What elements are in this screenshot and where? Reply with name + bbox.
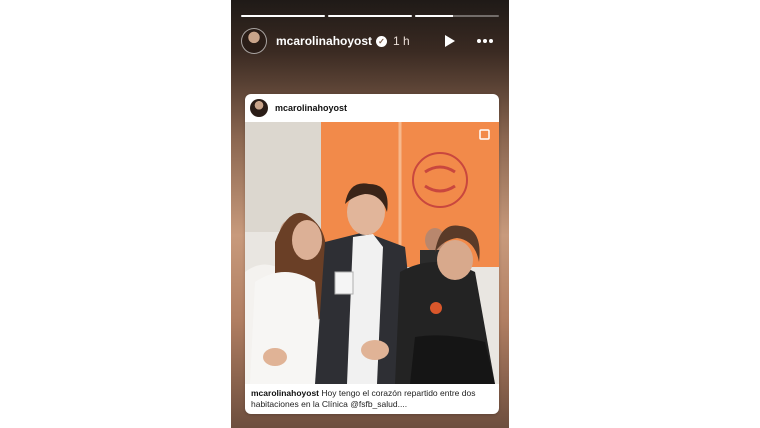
post-avatar <box>250 99 268 117</box>
post-username: mcarolinahoyost <box>275 103 348 113</box>
caption-username[interactable]: mcarolinahoyost <box>251 388 319 398</box>
progress-segment <box>328 15 412 17</box>
story-time: 1 h <box>393 34 410 48</box>
post-caption: mcarolinahoyost Hoy tengo el corazón rep… <box>245 384 499 414</box>
story-username[interactable]: mcarolinahoyost <box>276 34 372 48</box>
shared-post-card[interactable]: mcarolinahoyost mcarolinahoyost Hoy teng… <box>245 94 499 414</box>
photo-illustration <box>245 122 499 384</box>
story-header: mcarolinahoyost ✓ 1 h <box>241 27 499 55</box>
post-photo <box>245 122 499 384</box>
story-viewer: mcarolinahoyost ✓ 1 h mcarolinahoyost mc… <box>231 0 509 428</box>
more-icon[interactable] <box>477 39 493 43</box>
progress-segment <box>241 15 325 17</box>
progress-segment <box>415 15 499 17</box>
avatar[interactable] <box>241 28 267 54</box>
verified-icon: ✓ <box>376 35 388 47</box>
story-progress-bar <box>241 15 499 17</box>
play-icon[interactable] <box>445 35 455 47</box>
post-header: mcarolinahoyost <box>245 94 499 122</box>
